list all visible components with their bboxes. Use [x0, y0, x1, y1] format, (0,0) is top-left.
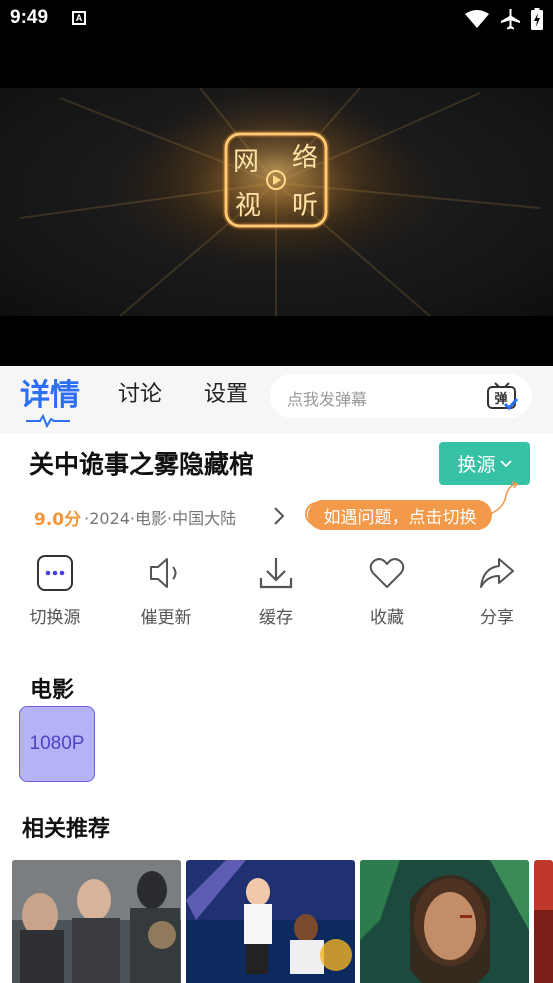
- tab-settings[interactable]: 设置: [204, 376, 248, 408]
- logo-char-2: 络: [292, 143, 318, 173]
- status-bar: 9:49 A: [0, 0, 553, 38]
- action-share[interactable]: 分享: [452, 553, 542, 628]
- danmu-input[interactable]: 点我发弹幕 弹: [270, 374, 532, 418]
- recommend-list: [0, 860, 553, 983]
- poster-image: [12, 860, 181, 983]
- movie-title: 关中诡事之雾隐藏棺: [29, 450, 255, 479]
- movie-info: ·2024·电影·中国大陆: [84, 509, 237, 528]
- speaker-icon: [150, 558, 177, 588]
- action-download[interactable]: 缓存: [231, 553, 321, 628]
- episode-chip-1080p[interactable]: 1080P: [19, 706, 95, 782]
- status-time: 9:49: [10, 7, 49, 28]
- wifi-icon: [465, 10, 489, 28]
- chevron-right-icon[interactable]: [272, 505, 286, 527]
- action-label: 切换源: [29, 608, 81, 628]
- recommend-poster-2[interactable]: [186, 860, 355, 983]
- danmu-placeholder: 点我发弹幕: [287, 390, 368, 409]
- poster-image: [534, 860, 553, 983]
- video-player[interactable]: 网 络 视 听: [0, 38, 553, 366]
- tab-active-indicator: [26, 414, 70, 428]
- share-icon: [480, 558, 514, 588]
- movie-score: 9.0分: [34, 509, 82, 530]
- action-request-update[interactable]: 催更新: [121, 553, 211, 628]
- recommend-poster-1[interactable]: [12, 860, 181, 983]
- logo-char-1: 网: [233, 147, 259, 177]
- recommend-poster-3[interactable]: [360, 860, 529, 983]
- action-row: 切换源 催更新 缓存 收藏 分享: [0, 553, 553, 633]
- airplane-icon: [501, 9, 520, 30]
- tab-detail[interactable]: 详情: [20, 370, 80, 414]
- logo-char-4: 听: [292, 191, 318, 221]
- battery-charging-icon: [531, 8, 543, 30]
- poster-image: [360, 860, 529, 983]
- recommend-section-title: 相关推荐: [22, 817, 111, 842]
- switch-source-icon: [37, 555, 73, 591]
- heart-icon: [369, 558, 405, 588]
- light-rays-background: 网 络 视 听: [19, 88, 541, 316]
- tab-discuss[interactable]: 讨论: [118, 376, 162, 408]
- tip-curl-arrow: [489, 481, 519, 515]
- switch-source-label: 换源: [457, 454, 496, 476]
- download-icon: [259, 558, 293, 589]
- danmu-tv-icon[interactable]: 弹: [486, 380, 518, 412]
- action-label: 分享: [480, 608, 514, 628]
- logo-char-3: 视: [235, 191, 261, 221]
- tabs-bar: 详情 讨论 设置 点我发弹幕 弹: [0, 366, 553, 434]
- action-favorite[interactable]: 收藏: [342, 553, 432, 628]
- poster-image: [186, 860, 355, 983]
- recommend-poster-4[interactable]: [534, 860, 553, 983]
- notification-icon: A: [72, 11, 86, 25]
- action-label: 催更新: [140, 608, 192, 628]
- chevron-down-icon: [499, 459, 512, 467]
- switch-tip-bubble[interactable]: 如遇问题，点击切换: [308, 500, 492, 530]
- action-switch-source[interactable]: 切换源: [10, 553, 100, 628]
- movie-meta[interactable]: 9.0分 ·2024·电影·中国大陆: [34, 505, 237, 530]
- action-label: 缓存: [259, 608, 293, 628]
- episodes-section-title: 电影: [30, 678, 75, 703]
- action-label: 收藏: [370, 608, 404, 628]
- video-frame[interactable]: 网 络 视 听: [0, 88, 553, 316]
